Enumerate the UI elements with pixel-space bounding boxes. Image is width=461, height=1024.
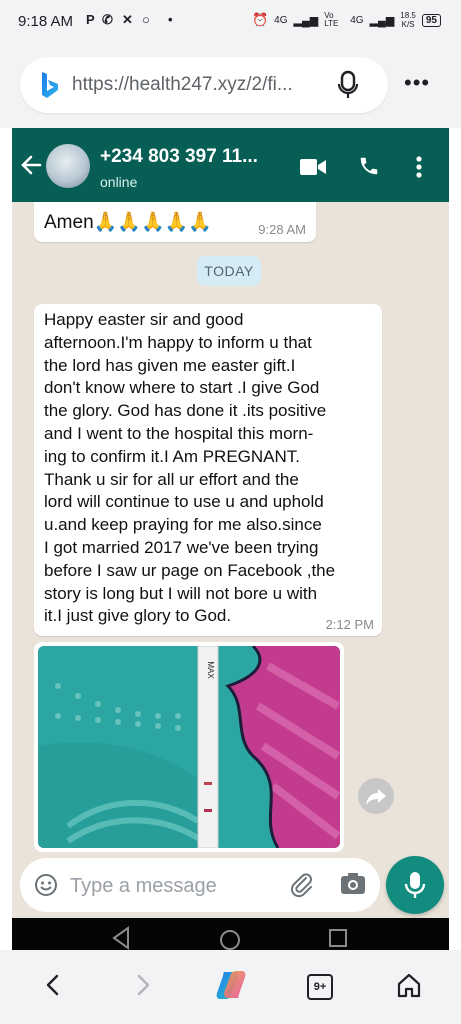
message-text: Happy easter sir and good afternoon.I'm … <box>44 310 336 626</box>
forward-icon[interactable] <box>128 970 158 1000</box>
video-call-icon[interactable] <box>300 158 326 176</box>
speed-indicator: 18.5 K/S <box>400 11 416 29</box>
mic-icon[interactable] <box>336 70 360 100</box>
contact-name[interactable]: +234 803 397 11... <box>100 146 258 168</box>
status-right: ⏰ 4G ▂▄▆ Vo LTE 4G ▂▄▆ 18.5 K/S 95 <box>252 11 441 29</box>
forward-button[interactable] <box>358 778 394 814</box>
message-bubble-main[interactable]: Happy easter sir and good afternoon.I'm … <box>34 304 382 636</box>
back-arrow-icon[interactable] <box>20 154 42 176</box>
message-composer <box>20 858 380 912</box>
url-text: https://health247.xyz/2/fi... <box>72 74 293 95</box>
signal-1-icon: ▂▄▆ <box>293 14 319 27</box>
camera-icon[interactable] <box>340 872 366 896</box>
message-text: Amen🙏🙏🙏🙏🙏 <box>44 212 212 233</box>
volte-label: Vo LTE <box>324 11 339 28</box>
back-icon[interactable] <box>38 970 68 1000</box>
speed-value: 18.5 <box>400 11 416 20</box>
alarm-icon: ⏰ <box>251 12 269 27</box>
avatar[interactable] <box>46 144 90 188</box>
date-chip: TODAY <box>197 256 261 286</box>
app-notification-icon: ✕ <box>122 12 133 27</box>
signal-2-icon: ▂▄▆ <box>369 14 395 27</box>
battery-icon: 95 <box>421 13 441 27</box>
android-nav-icons <box>112 926 347 950</box>
emoji-icon[interactable] <box>34 873 58 897</box>
message-time: 2:12 PM <box>325 617 374 632</box>
android-nav-bar <box>12 918 449 950</box>
phone-icon[interactable] <box>358 155 380 177</box>
more-icon[interactable]: ••• <box>404 70 430 96</box>
forward-icon <box>366 789 386 805</box>
browser-top-bar: https://health247.xyz/2/fi... ••• <box>0 40 461 128</box>
circle-notification-icon: ○ <box>142 12 150 27</box>
more-vert-icon[interactable] <box>416 156 422 178</box>
status-time: 9:18 AM <box>18 13 74 30</box>
message-time: 9:28 AM <box>258 222 306 237</box>
whatsapp-screenshot: +234 803 397 11... online Amen🙏🙏🙏🙏🙏 9:28… <box>12 128 449 950</box>
image-message[interactable]: MAX <box>34 642 344 852</box>
voice-message-button[interactable] <box>386 856 444 914</box>
message-bubble-amen[interactable]: Amen🙏🙏🙏🙏🙏 9:28 AM <box>34 202 316 242</box>
bing-icon <box>42 72 58 98</box>
attach-icon[interactable] <box>290 872 314 898</box>
copilot-icon[interactable] <box>214 968 248 1002</box>
message-input[interactable] <box>68 868 282 904</box>
tabs-icon[interactable]: 9+ <box>307 974 333 1000</box>
contact-status: online <box>100 174 138 190</box>
test-strip-label: MAX <box>206 661 215 679</box>
whatsapp-notification-icon: ✆ <box>102 12 113 27</box>
photo-illustration: MAX <box>38 646 340 848</box>
status-bar: 9:18 AM P ✆ ✕ ○ • ⏰ 4G ▂▄▆ Vo LTE 4G ▂▄▆… <box>0 0 461 40</box>
network-1-label: 4G <box>274 14 288 26</box>
home-icon[interactable] <box>394 970 424 1000</box>
speed-unit: K/S <box>401 20 415 29</box>
network-3-label: 4G <box>350 14 364 26</box>
more-notifications-icon: • <box>168 12 173 27</box>
p-notification-icon: P <box>86 12 95 27</box>
mic-icon <box>404 872 426 898</box>
browser-bottom-toolbar: 9+ <box>0 950 461 1024</box>
address-bar[interactable]: https://health247.xyz/2/fi... <box>20 57 388 113</box>
pregnancy-test-photo: MAX <box>38 646 340 848</box>
chat-header: +234 803 397 11... online <box>12 128 449 202</box>
